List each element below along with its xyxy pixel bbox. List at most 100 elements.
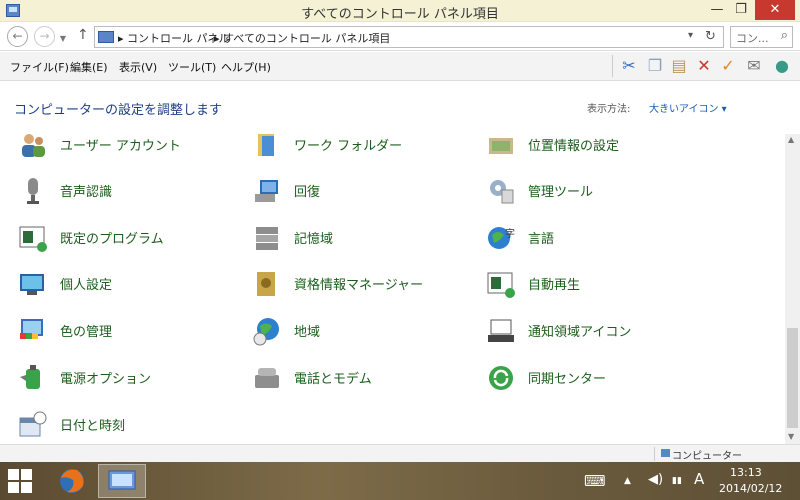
- show-hidden-icons-icon[interactable]: ▲: [624, 476, 631, 486]
- paste-icon[interactable]: ▤: [669, 56, 689, 76]
- item-recovery[interactable]: 回復: [252, 174, 482, 208]
- item-storage-spaces[interactable]: 記憶域: [252, 221, 482, 255]
- address-dropdown-icon[interactable]: ▾: [688, 30, 693, 41]
- volume-icon[interactable]: ◀): [648, 472, 663, 487]
- language-icon: 字: [488, 227, 515, 249]
- properties-check-icon[interactable]: ✓: [718, 56, 738, 76]
- item-label: 言語: [528, 232, 555, 247]
- content-header: コンピューターの設定を調整します 表示方法: 大きいアイコン ▾: [0, 82, 785, 134]
- sync-center-icon: [489, 366, 513, 390]
- minimize-button[interactable]: —: [706, 0, 728, 20]
- menu-help[interactable]: ヘルプ(H): [221, 59, 271, 75]
- item-personalization[interactable]: 個人設定: [18, 267, 248, 301]
- computer-icon: [661, 449, 670, 457]
- refresh-icon[interactable]: ↻: [705, 29, 716, 44]
- location-icon: [489, 138, 513, 154]
- work-folders-icon: [258, 134, 274, 156]
- item-label: 位置情報の設定: [528, 139, 620, 154]
- phone-modem-icon: [255, 368, 279, 388]
- network-icon[interactable]: ▮▮: [672, 476, 682, 486]
- delete-icon[interactable]: ✕: [694, 56, 714, 76]
- forward-button[interactable]: →: [34, 26, 55, 47]
- menu-view[interactable]: 表示(V): [119, 59, 157, 75]
- vertical-scrollbar[interactable]: ▲ ▼: [785, 134, 800, 444]
- item-label: 管理ツール: [528, 185, 594, 200]
- control-panel-taskbar-button[interactable]: [98, 464, 146, 498]
- item-work-folders[interactable]: ワーク フォルダー: [252, 134, 482, 162]
- address-bar[interactable]: ▸ コントロール パネル ▸ すべてのコントロール パネル項目 ▾ ↻: [94, 26, 724, 48]
- item-phone-and-modem[interactable]: 電話とモデム: [252, 361, 482, 395]
- item-autoplay[interactable]: 自動再生: [486, 267, 716, 301]
- item-label: ユーザー アカウント: [60, 139, 181, 154]
- item-label: 音声認識: [60, 185, 113, 200]
- taskbar: ⌨ ▲ ◀) ▮▮ A 13:13 2014/02/12: [0, 462, 800, 500]
- keyboard-icon[interactable]: ⌨: [584, 472, 606, 490]
- control-panel-icon: [98, 31, 114, 43]
- color-management-icon: [20, 319, 43, 339]
- item-color-management[interactable]: 色の管理: [18, 314, 248, 348]
- up-button[interactable]: ↑: [77, 27, 89, 43]
- globe-icon[interactable]: ●: [772, 56, 792, 76]
- item-sync-center[interactable]: 同期センター: [486, 361, 716, 395]
- close-button[interactable]: ✕: [755, 0, 795, 20]
- menu-file[interactable]: ファイル(F): [10, 59, 69, 75]
- storage-icon: [256, 227, 278, 250]
- search-icon[interactable]: ⌕: [781, 28, 788, 43]
- notification-area-icon: [488, 319, 514, 342]
- view-by-dropdown[interactable]: 大きいアイコン ▾: [649, 100, 727, 115]
- item-default-programs[interactable]: 既定のプログラム: [18, 221, 248, 255]
- item-user-accounts[interactable]: ユーザー アカウント: [18, 134, 248, 162]
- breadcrumb-control-panel[interactable]: ▸ コントロール パネル: [118, 30, 230, 46]
- users-icon: [22, 134, 45, 157]
- item-speech-recognition[interactable]: 音声認識: [18, 174, 248, 208]
- item-language[interactable]: 字 言語: [486, 221, 716, 255]
- item-location-settings[interactable]: 位置情報の設定: [486, 134, 716, 162]
- microphone-icon: [27, 178, 39, 204]
- item-label: ワーク フォルダー: [294, 139, 403, 154]
- view-by-label: 表示方法:: [587, 104, 631, 115]
- page-title: コンピューターの設定を調整します: [14, 103, 223, 118]
- firefox-icon: [60, 469, 84, 493]
- scroll-up-icon[interactable]: ▲: [788, 135, 794, 144]
- window-title: すべてのコントロール パネル項目: [301, 7, 499, 22]
- control-panel-items: ユーザー アカウント ワーク フォルダー 位置情報の設定 音声認識 回復 管理ツ…: [0, 134, 785, 444]
- clock-date[interactable]: 2014/02/12: [719, 482, 782, 495]
- item-power-options[interactable]: 電源オプション: [18, 361, 248, 395]
- item-label: 通知領域アイコン: [528, 325, 632, 340]
- title-bar: すべてのコントロール パネル項目 — ❐ ✕: [0, 0, 800, 22]
- admin-tools-icon: [490, 180, 514, 204]
- control-panel-icon: [108, 470, 136, 490]
- item-label: 地域: [294, 325, 321, 340]
- back-button[interactable]: ←: [7, 26, 28, 47]
- toolbar-separator: [612, 55, 613, 77]
- item-admin-tools[interactable]: 管理ツール: [486, 174, 716, 208]
- firefox-taskbar-button[interactable]: [48, 464, 96, 498]
- cut-icon[interactable]: ✂: [619, 56, 639, 76]
- item-label: 既定のプログラム: [60, 232, 164, 247]
- ime-indicator[interactable]: A: [694, 470, 704, 488]
- email-icon[interactable]: ✉: [744, 56, 764, 76]
- item-date-and-time[interactable]: 日付と時刻: [18, 408, 248, 442]
- restore-button[interactable]: ❐: [730, 0, 752, 20]
- item-region[interactable]: 地域: [252, 314, 482, 348]
- date-time-icon: [19, 411, 47, 437]
- autoplay-icon: [487, 272, 515, 298]
- search-input[interactable]: コン... ⌕: [730, 26, 793, 48]
- svg-text:字: 字: [505, 227, 515, 240]
- scroll-down-icon[interactable]: ▼: [788, 432, 794, 441]
- clock-time[interactable]: 13:13: [730, 466, 762, 479]
- item-label: 同期センター: [528, 372, 607, 387]
- recent-locations-dropdown[interactable]: ▼: [58, 30, 68, 51]
- item-label: 資格情報マネージャー: [294, 278, 424, 293]
- item-label: 色の管理: [60, 325, 113, 340]
- item-credential-manager[interactable]: 資格情報マネージャー: [252, 267, 482, 301]
- start-button[interactable]: [8, 469, 32, 493]
- scrollbar-thumb[interactable]: [787, 328, 798, 428]
- credential-manager-icon: [257, 272, 275, 296]
- breadcrumb-all-items[interactable]: ▸ すべてのコントロール パネル項目: [214, 30, 390, 46]
- address-row: ← → ▼ ↑ ▸ コントロール パネル ▸ すべてのコントロール パネル項目 …: [0, 23, 800, 51]
- item-notification-area-icons[interactable]: 通知領域アイコン: [486, 314, 716, 348]
- copy-icon[interactable]: ❐: [645, 56, 665, 76]
- menu-tools[interactable]: ツール(T): [168, 59, 216, 75]
- menu-edit[interactable]: 編集(E): [70, 59, 108, 75]
